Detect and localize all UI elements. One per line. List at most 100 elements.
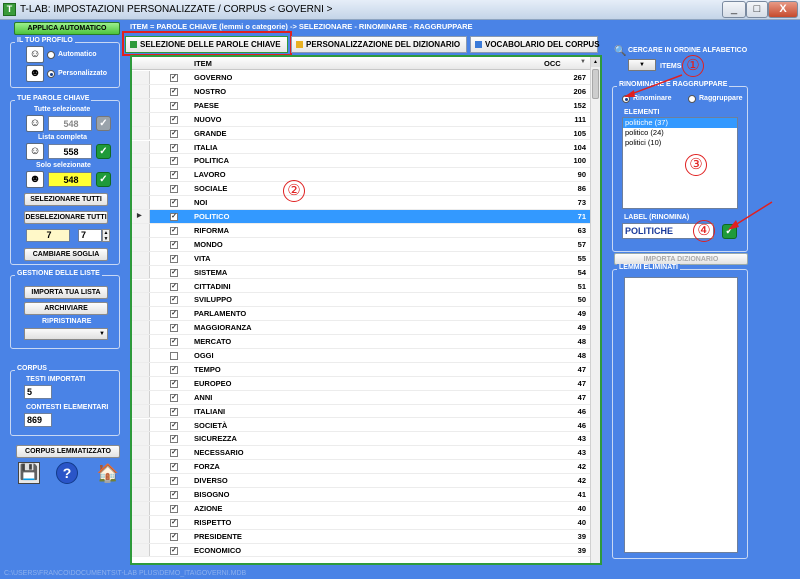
row-selector[interactable] xyxy=(132,84,150,98)
row-selector[interactable] xyxy=(132,418,150,432)
row-checkbox[interactable]: ✓ xyxy=(170,157,178,166)
row-selector[interactable] xyxy=(132,460,150,474)
scroll-up-icon[interactable]: ▲ xyxy=(591,57,600,67)
help-icon[interactable]: ? xyxy=(56,462,78,484)
table-row[interactable]: ✓ SICUREZZA 43 xyxy=(132,432,592,447)
lemmatized-corpus-button[interactable]: CORPUS LEMMATIZZATO xyxy=(16,445,120,458)
row-checkbox[interactable]: ✓ xyxy=(170,240,178,249)
sort-dropdown-icon[interactable]: ▼ xyxy=(580,59,586,65)
table-row[interactable]: ✓ DIVERSO 42 xyxy=(132,474,592,488)
table-row[interactable]: ✓ GRANDE 105 xyxy=(132,126,592,141)
removed-lemmas-list[interactable] xyxy=(624,277,738,553)
row-checkbox[interactable]: ✓ xyxy=(170,268,178,277)
table-row[interactable]: ✓ PARLAMENTO 49 xyxy=(132,307,592,322)
row-checkbox[interactable]: ✓ xyxy=(170,115,178,124)
row-selector[interactable] xyxy=(132,237,150,251)
table-row[interactable]: ✓ EUROPEO 47 xyxy=(132,376,592,391)
threshold-stepper[interactable]: 7 xyxy=(78,229,102,242)
row-selector[interactable] xyxy=(132,349,150,362)
import-list-button[interactable]: IMPORTA TUA LISTA xyxy=(24,286,108,299)
table-row[interactable]: ✓ ITALIANI 46 xyxy=(132,404,592,419)
row-checkbox[interactable]: ✓ xyxy=(170,379,178,388)
table-row[interactable]: ✓ ANNI 47 xyxy=(132,390,592,405)
row-selector[interactable] xyxy=(132,335,150,348)
row-selector[interactable] xyxy=(132,362,150,376)
row-selector[interactable] xyxy=(132,293,150,307)
row-checkbox[interactable]: ✓ xyxy=(170,296,178,305)
complete-list-check-icon[interactable]: ✓ xyxy=(96,144,111,159)
row-selector[interactable] xyxy=(132,446,150,460)
table-row[interactable]: ✓ MONDO 57 xyxy=(132,237,592,252)
tab-dictionary[interactable]: PERSONALIZZAZIONE DEL DIZIONARIO xyxy=(291,36,467,53)
table-row[interactable]: ✓ RIFORMA 63 xyxy=(132,223,592,238)
row-checkbox[interactable]: ✓ xyxy=(170,546,178,555)
row-checkbox[interactable]: ✓ xyxy=(170,463,178,472)
table-row[interactable]: ▶ ✓ POLITICO 71 xyxy=(132,210,592,224)
table-row[interactable]: ✓ TEMPO 47 xyxy=(132,362,592,377)
table-row[interactable]: ✓ ECONOMICO 39 xyxy=(132,543,592,558)
row-selector[interactable] xyxy=(132,154,150,168)
change-threshold-button[interactable]: CAMBIARE SOGLIA xyxy=(24,248,108,261)
row-selector[interactable] xyxy=(132,474,150,487)
table-row[interactable]: ✓ GOVERNO 267 xyxy=(132,71,592,85)
row-selector[interactable] xyxy=(132,168,150,182)
table-row[interactable]: ✓ NOI 73 xyxy=(132,196,592,210)
row-selector[interactable] xyxy=(132,543,150,557)
stepper-arrows-icon[interactable]: ▲ ▼ xyxy=(102,229,110,242)
row-checkbox[interactable]: ✓ xyxy=(170,185,178,194)
row-checkbox[interactable]: ✓ xyxy=(170,199,178,208)
table-row[interactable]: ✓ AZIONE 40 xyxy=(132,501,592,516)
table-row[interactable]: ✓ SISTEMA 54 xyxy=(132,265,592,280)
archive-button[interactable]: ARCHIVIARE xyxy=(24,302,108,315)
row-selector[interactable] xyxy=(132,404,150,418)
table-row[interactable]: ✓ NUOVO 111 xyxy=(132,112,592,127)
scroll-thumb[interactable] xyxy=(592,69,599,99)
tab-vocabulary[interactable]: VOCABOLARIO DEL CORPUS xyxy=(470,36,600,53)
table-row[interactable]: ✓ SOCIETÀ 46 xyxy=(132,418,592,433)
row-selector[interactable] xyxy=(132,71,150,84)
grid-scrollbar[interactable]: ▲ xyxy=(590,57,600,563)
row-selector[interactable] xyxy=(132,390,150,404)
row-checkbox[interactable]: ✓ xyxy=(170,324,178,333)
table-row[interactable]: ✓ FORZA 42 xyxy=(132,460,592,475)
table-row[interactable]: ✓ SVILUPPO 50 xyxy=(132,293,592,308)
row-checkbox[interactable]: ✓ xyxy=(170,477,178,486)
row-checkbox[interactable]: ✓ xyxy=(170,310,178,319)
table-row[interactable]: ✓ POLITICA 100 xyxy=(132,154,592,169)
row-selector[interactable] xyxy=(132,307,150,321)
home-icon[interactable]: 🏠 xyxy=(96,461,120,485)
row-checkbox[interactable]: ✓ xyxy=(170,101,178,110)
table-row[interactable]: ✓ VITA 55 xyxy=(132,251,592,266)
row-selector[interactable] xyxy=(132,432,150,446)
row-selector[interactable] xyxy=(132,529,150,543)
table-row[interactable]: ✓ RISPETTO 40 xyxy=(132,515,592,530)
row-checkbox[interactable]: ✓ xyxy=(170,407,178,416)
row-checkbox[interactable]: ✓ xyxy=(170,143,178,152)
row-selector[interactable] xyxy=(132,515,150,529)
row-checkbox[interactable]: ✓ xyxy=(170,449,178,458)
row-selector[interactable] xyxy=(132,196,150,209)
row-checkbox[interactable]: ✓ xyxy=(170,491,178,499)
row-checkbox[interactable]: ✓ xyxy=(170,74,178,82)
restore-dropdown[interactable]: ▼ xyxy=(24,328,108,340)
radio-personalizzato[interactable] xyxy=(47,70,55,78)
row-checkbox[interactable]: ✓ xyxy=(170,254,178,263)
table-row[interactable]: ✓ PRESIDENTE 39 xyxy=(132,529,592,544)
radio-automatico[interactable] xyxy=(47,51,55,59)
row-checkbox[interactable]: ✓ xyxy=(170,421,178,430)
row-selector[interactable] xyxy=(132,251,150,265)
apply-automatic-button[interactable]: APPLICA AUTOMATICO xyxy=(14,22,120,35)
row-selector[interactable] xyxy=(132,501,150,515)
row-checkbox[interactable]: ✓ xyxy=(170,213,178,221)
table-row[interactable]: ✓ CITTADINI 51 xyxy=(132,279,592,294)
close-button[interactable]: X xyxy=(768,1,798,18)
table-row[interactable]: ✓ MAGGIORANZA 49 xyxy=(132,321,592,336)
row-selector[interactable] xyxy=(132,279,150,293)
row-checkbox[interactable]: ✓ xyxy=(170,171,178,180)
row-checkbox[interactable]: ✓ xyxy=(170,338,178,347)
deselect-all-button[interactable]: DESELEZIONARE TUTTI xyxy=(24,211,108,224)
row-selector[interactable] xyxy=(132,140,150,154)
table-row[interactable]: ✓ MERCATO 48 xyxy=(132,335,592,349)
row-selector[interactable] xyxy=(132,182,150,196)
maximize-button[interactable]: □ xyxy=(746,1,768,18)
